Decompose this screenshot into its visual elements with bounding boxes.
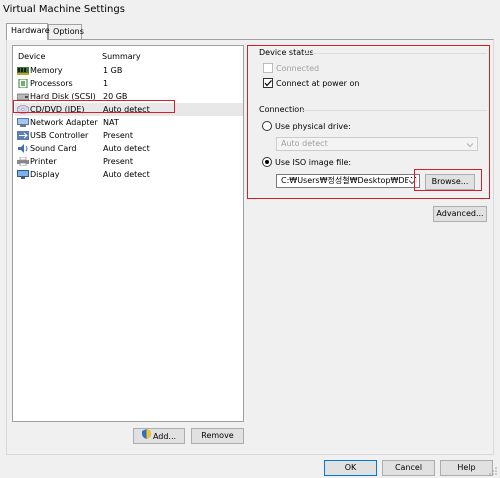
highlight-box-cd-dvd bbox=[13, 100, 175, 113]
device-status-separator bbox=[305, 53, 487, 54]
physical-drive-select[interactable]: Auto detect bbox=[276, 137, 478, 151]
iso-path-value: C:₩Users₩정성철₩Desktop₩DBM bbox=[281, 176, 417, 185]
connect-at-power-on-label: Connect at power on bbox=[276, 79, 360, 88]
device-summary: NAT bbox=[103, 118, 119, 127]
physical-drive-value: Auto detect bbox=[281, 139, 328, 148]
device-summary: 1 bbox=[103, 79, 109, 88]
radio-selected-dot bbox=[265, 160, 269, 164]
device-name: Processors bbox=[30, 79, 73, 88]
device-row-memory[interactable]: Memory 1 GB bbox=[15, 64, 243, 77]
device-summary: Present bbox=[103, 131, 134, 140]
device-row-sound-card[interactable]: Sound Card Auto detect bbox=[15, 142, 243, 155]
tab-hardware[interactable]: Hardware bbox=[6, 23, 50, 40]
display-icon bbox=[17, 170, 29, 179]
add-button-label: Add... bbox=[152, 432, 177, 441]
device-row-usb-controller[interactable]: USB Controller Present bbox=[15, 129, 243, 142]
device-name: Network Adapter bbox=[30, 118, 98, 127]
ok-button[interactable]: OK bbox=[324, 460, 377, 476]
device-summary: Auto detect bbox=[103, 170, 150, 179]
connected-label: Connected bbox=[276, 64, 320, 73]
device-row-network-adapter[interactable]: Network Adapter NAT bbox=[15, 116, 243, 129]
connected-checkbox[interactable] bbox=[263, 63, 273, 73]
connection-separator bbox=[302, 110, 487, 111]
device-row-display[interactable]: Display Auto detect bbox=[15, 168, 243, 181]
checkmark-icon bbox=[264, 80, 272, 87]
use-physical-drive-label: Use physical drive: bbox=[275, 122, 351, 131]
remove-button[interactable]: Remove bbox=[191, 428, 244, 444]
iso-path-input[interactable]: C:₩Users₩정성철₩Desktop₩DBM bbox=[276, 174, 420, 188]
device-summary: Present bbox=[103, 157, 134, 166]
use-physical-drive-radio[interactable] bbox=[262, 121, 272, 131]
device-name: Memory bbox=[30, 66, 63, 75]
use-iso-image-label: Use ISO image file: bbox=[275, 158, 352, 167]
network-adapter-icon bbox=[17, 118, 29, 127]
resize-grip-icon[interactable] bbox=[488, 466, 498, 476]
device-summary: 1 GB bbox=[103, 66, 123, 75]
window-title: Virtual Machine Settings bbox=[3, 4, 125, 15]
device-summary: Auto detect bbox=[103, 144, 150, 153]
printer-icon bbox=[17, 156, 29, 167]
chevron-down-icon bbox=[466, 141, 474, 149]
device-name: USB Controller bbox=[30, 131, 89, 140]
connect-at-power-on-checkbox[interactable] bbox=[263, 78, 273, 88]
device-row-processors[interactable]: Processors 1 bbox=[15, 77, 243, 90]
processor-icon bbox=[17, 78, 29, 89]
device-name: Sound Card bbox=[30, 144, 77, 153]
cancel-button[interactable]: Cancel bbox=[382, 460, 435, 476]
shield-icon bbox=[141, 429, 151, 444]
device-name: Printer bbox=[30, 157, 57, 166]
device-name: Display bbox=[30, 170, 60, 179]
column-header-device: Device bbox=[18, 52, 46, 61]
connection-label: Connection bbox=[259, 105, 305, 114]
add-button[interactable]: Add... bbox=[133, 428, 185, 444]
tab-options[interactable]: Options bbox=[48, 24, 84, 40]
highlight-box-browse bbox=[414, 169, 482, 191]
device-row-printer[interactable]: Printer Present bbox=[15, 155, 243, 168]
advanced-button[interactable]: Advanced... bbox=[433, 206, 487, 222]
sound-card-icon bbox=[17, 144, 29, 153]
use-iso-image-radio[interactable] bbox=[262, 157, 272, 167]
column-header-summary: Summary bbox=[102, 52, 141, 61]
memory-icon bbox=[17, 66, 29, 75]
usb-icon bbox=[17, 131, 29, 140]
help-button[interactable]: Help bbox=[440, 460, 493, 476]
